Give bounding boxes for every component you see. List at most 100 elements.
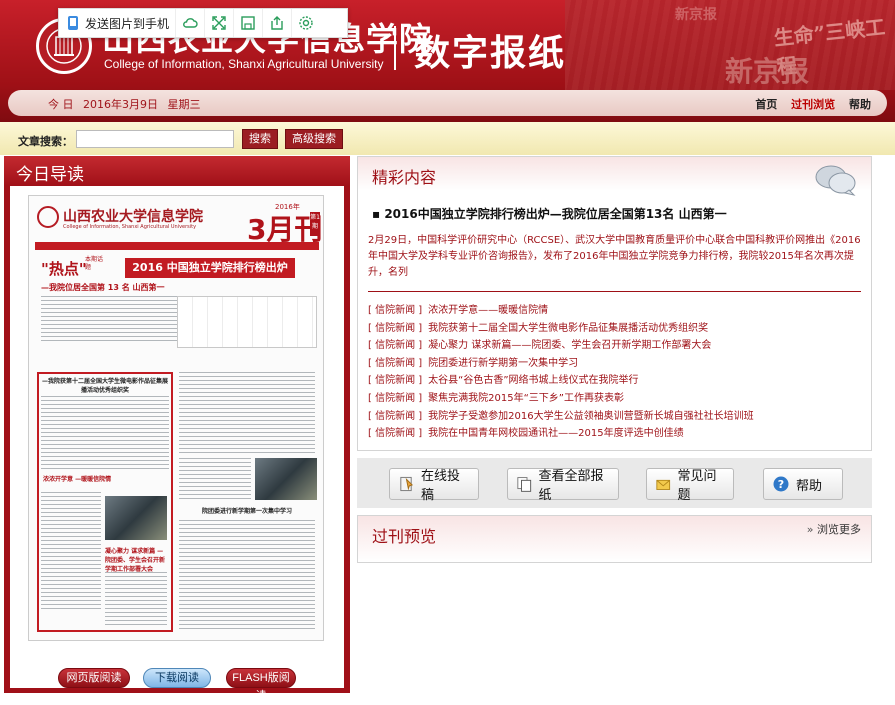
nav-help-link[interactable]: 帮助 xyxy=(849,98,871,111)
newspaper-hot-sub: 本期话题 xyxy=(85,256,104,271)
school-name-en: College of Information, Shanxi Agricultu… xyxy=(104,57,384,71)
advanced-search-button[interactable]: 高级搜索 xyxy=(285,129,343,149)
news-category: [ 信院新闻 ] xyxy=(368,428,423,440)
list-item[interactable]: [ 信院新闻 ] 凝心聚力 谋求新篇——院团委、学生会召开新学期工作部署大会 xyxy=(368,336,754,354)
newspaper-red-band xyxy=(35,242,319,250)
newspaper-text-block xyxy=(41,492,101,612)
news-title[interactable]: 我院在中国青年网校园通讯社——2015年度评选中创佳绩 xyxy=(428,428,683,439)
action-bar: 在线投稿 查看全部报纸 常见问题 ? 帮助 xyxy=(357,458,872,508)
faq-button[interactable]: 常见问题 xyxy=(646,468,734,503)
share-button[interactable] xyxy=(263,9,293,37)
feature-article-title[interactable]: 2016中国独立学院排行榜出炉—我院位居全国第13名 山西第一 xyxy=(372,205,726,222)
news-title[interactable]: 凝心聚力 谋求新篇——院团委、学生会召开新学期工作部署大会 xyxy=(428,340,711,351)
send-to-phone-label: 发送图片到手机 xyxy=(85,16,170,31)
highlights-panel: 精彩内容 2016中国独立学院排行榜出炉—我院位居全国第13名 山西第一 2月2… xyxy=(357,156,872,451)
newspaper-ranking-table xyxy=(177,296,317,348)
submit-icon xyxy=(400,476,414,492)
newspaper-text-block xyxy=(179,458,251,500)
flash-read-button[interactable]: FLASH版阅读 xyxy=(226,668,296,702)
download-read-button[interactable]: 下载阅读 xyxy=(143,668,211,688)
news-title[interactable]: 太谷县“谷色古香”网络书城上线仪式在我院举行 xyxy=(428,375,638,386)
view-all-papers-label: 查看全部报纸 xyxy=(538,469,604,503)
newspaper-headline: 2016 中国独立学院排行榜出炉 xyxy=(125,258,295,278)
help-label: 帮助 xyxy=(796,478,823,494)
highlights-header: 精彩内容 xyxy=(358,157,871,196)
newspaper-issue: 第1期 xyxy=(310,212,320,236)
newspaper-hot-label: "热点" xyxy=(41,260,87,278)
submit-article-label: 在线投稿 xyxy=(420,469,460,503)
past-issues-header: 过刊预览 浏览更多 xyxy=(358,516,871,562)
list-item[interactable]: [ 信院新闻 ] 我院在中国青年网校园通讯社——2015年度评选中创佳绩 xyxy=(368,424,754,442)
save-icon xyxy=(241,16,255,30)
image-toolbar: 发送图片到手机 xyxy=(58,8,348,38)
nav-bar: 今 日 2016年3月9日 星期三 首页 过刊浏览 帮助 xyxy=(8,90,887,116)
site-title: 数字报纸 xyxy=(414,33,567,74)
news-title[interactable]: 我院获第十二届全国大学生微电影作品征集展播活动优秀组织奖 xyxy=(428,323,708,334)
svg-text:?: ? xyxy=(778,478,784,491)
phone-icon xyxy=(68,16,78,30)
save-button[interactable] xyxy=(234,9,264,37)
search-bar: 文章搜索： 搜索 高级搜索 xyxy=(0,122,895,155)
news-title[interactable]: 聚焦完满我院2015年“三下乡”工作再获表彰 xyxy=(428,393,624,404)
nav-home-link[interactable]: 首页 xyxy=(755,98,777,111)
news-category: [ 信院新闻 ] xyxy=(368,375,423,387)
cloud-button[interactable] xyxy=(176,9,206,37)
header-divider xyxy=(394,26,396,70)
list-item[interactable]: [ 信院新闻 ] 我院获第十二届全国大学生微电影作品征集展播活动优秀组织奖 xyxy=(368,319,754,337)
news-category: [ 信院新闻 ] xyxy=(368,392,423,404)
cloud-icon xyxy=(183,18,198,28)
news-title[interactable]: 我院学子受邀参加2016大学生公益领袖奥训营暨新长城自强社社长培训班 xyxy=(428,411,753,422)
news-category: [ 信院新闻 ] xyxy=(368,322,423,334)
list-item[interactable]: [ 信院新闻 ] 浓浓开学意——暖暖信院情 xyxy=(368,301,754,319)
settings-button[interactable] xyxy=(292,9,320,37)
help-button[interactable]: ? 帮助 xyxy=(763,468,843,500)
envelope-icon xyxy=(656,479,671,490)
newspaper-page-image[interactable]: 山西农业大学信息学院 College of Information, Shanx… xyxy=(28,195,324,641)
search-button[interactable]: 搜索 xyxy=(242,129,278,149)
papers-icon xyxy=(517,477,532,492)
web-read-button[interactable]: 网页版阅读 xyxy=(58,668,130,688)
date-label: 今 日 xyxy=(48,98,74,111)
fullscreen-button[interactable] xyxy=(205,9,235,37)
newspaper-story1-head: —我院获第十二届全国大学生微电影作品征集展播活动优秀组织奖 xyxy=(41,378,168,394)
send-to-phone-button[interactable]: 发送图片到手机 xyxy=(59,9,177,37)
news-list: [ 信院新闻 ] 浓浓开学意——暖暖信院情 [ 信院新闻 ] 我院获第十二届全国大学… xyxy=(368,301,754,442)
highlights-divider xyxy=(368,291,861,292)
newspaper-text-block xyxy=(179,372,315,456)
newspaper-masthead: 山西农业大学信息学院 xyxy=(63,209,203,225)
newspaper-masthead-en: College of Information, Shanxi Agricultu… xyxy=(63,224,197,230)
news-title[interactable]: 浓浓开学意——暖暖信院情 xyxy=(428,305,548,316)
newspaper-logo-icon xyxy=(37,206,59,228)
past-issues-panel: 过刊预览 浏览更多 xyxy=(357,515,872,563)
list-item[interactable]: [ 信院新闻 ] 聚焦完满我院2015年“三下乡”工作再获表彰 xyxy=(368,389,754,407)
today-guide-tab: 今日导读 xyxy=(4,156,350,186)
news-title[interactable]: 院团委进行新学期第一次集中学习 xyxy=(428,358,578,369)
highlights-title: 精彩内容 xyxy=(372,168,437,187)
help-icon: ? xyxy=(773,476,789,492)
chat-bubble-icon xyxy=(815,165,856,196)
browse-more-link[interactable]: 浏览更多 xyxy=(807,521,861,537)
current-date: 2016年3月9日 xyxy=(83,98,158,111)
view-all-papers-button[interactable]: 查看全部报纸 xyxy=(507,468,619,503)
nav-past-issues-link[interactable]: 过刊浏览 xyxy=(791,98,835,111)
newspaper-photo xyxy=(105,496,167,540)
list-item[interactable]: [ 信院新闻 ] 院团委进行新学期第一次集中学习 xyxy=(368,354,754,372)
submit-article-button[interactable]: 在线投稿 xyxy=(389,468,479,503)
feature-article-summary: 2月29日，中国科学评价研究中心（RCCSE）、武汉大学中国教育质量评价中心联合… xyxy=(368,235,861,278)
newspaper-photo xyxy=(255,458,317,500)
current-weekday: 星期三 xyxy=(167,98,201,111)
news-category: [ 信院新闻 ] xyxy=(368,357,423,369)
date-display: 今 日 2016年3月9日 星期三 xyxy=(48,96,207,112)
past-issues-title: 过刊预览 xyxy=(372,527,437,546)
list-item[interactable]: [ 信院新闻 ] 太谷县“谷色古香”网络书城上线仪式在我院举行 xyxy=(368,371,754,389)
search-input[interactable] xyxy=(76,130,234,148)
news-category: [ 信院新闻 ] xyxy=(368,410,423,422)
newspaper-text-block xyxy=(105,572,167,628)
newspaper-text-block xyxy=(179,520,315,632)
newspaper-story2-head: 浓浓开学意 —暖暖信院情 xyxy=(43,476,112,483)
newspaper-text-block xyxy=(41,396,169,470)
nav-links: 首页 过刊浏览 帮助 xyxy=(745,96,871,112)
news-category: [ 信院新闻 ] xyxy=(368,340,423,352)
newspaper-story4-head: 院团委进行新学期第一次集中学习 xyxy=(201,508,292,515)
list-item[interactable]: [ 信院新闻 ] 我院学子受邀参加2016大学生公益领袖奥训营暨新长城自强社社长培… xyxy=(368,407,754,425)
